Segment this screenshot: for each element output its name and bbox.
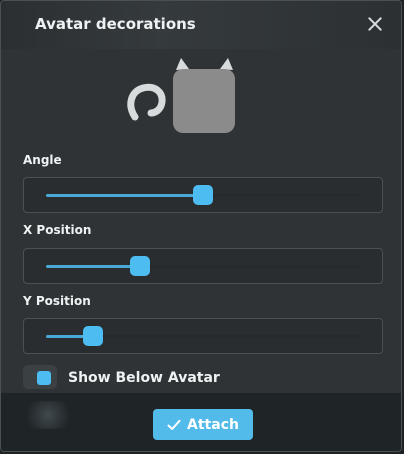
x-position-slider-container bbox=[23, 248, 383, 284]
y-position-slider-track[interactable] bbox=[46, 326, 360, 346]
avatar-preview bbox=[123, 57, 239, 137]
angle-label: Angle bbox=[23, 153, 62, 167]
show-below-avatar-label: Show Below Avatar bbox=[68, 370, 220, 386]
angle-slider-thumb[interactable] bbox=[193, 185, 213, 205]
y-position-slider-thumb[interactable] bbox=[83, 326, 104, 346]
x-position-slider-thumb[interactable] bbox=[130, 256, 151, 276]
attach-button[interactable]: Attach bbox=[153, 409, 253, 440]
cat-tail-decoration-icon bbox=[127, 83, 166, 121]
attach-button-label: Attach bbox=[187, 416, 239, 433]
x-position-label: X Position bbox=[23, 223, 92, 237]
angle-slider-track[interactable] bbox=[46, 185, 360, 205]
x-position-slider-fill bbox=[46, 265, 141, 268]
avatar bbox=[173, 69, 235, 133]
show-below-avatar-toggle[interactable] bbox=[23, 365, 57, 389]
angle-slider-fill bbox=[46, 194, 203, 197]
close-icon[interactable] bbox=[365, 14, 385, 34]
footer-background-blur bbox=[19, 401, 77, 429]
cat-ear-left-icon bbox=[176, 58, 189, 70]
cat-ear-right-icon bbox=[220, 58, 233, 70]
show-below-avatar-toggle-knob bbox=[37, 371, 51, 385]
y-position-slider-container bbox=[23, 318, 383, 354]
avatar-decorations-dialog: Avatar decorations Angle X Position Y Po… bbox=[0, 0, 402, 452]
avatar-preview-graphic bbox=[127, 58, 235, 133]
y-position-label: Y Position bbox=[23, 294, 91, 308]
dialog-header: Avatar decorations bbox=[1, 1, 401, 49]
angle-slider-container bbox=[23, 177, 383, 213]
check-icon bbox=[167, 418, 181, 432]
x-position-slider-track[interactable] bbox=[46, 256, 360, 276]
dialog-title: Avatar decorations bbox=[35, 15, 196, 33]
